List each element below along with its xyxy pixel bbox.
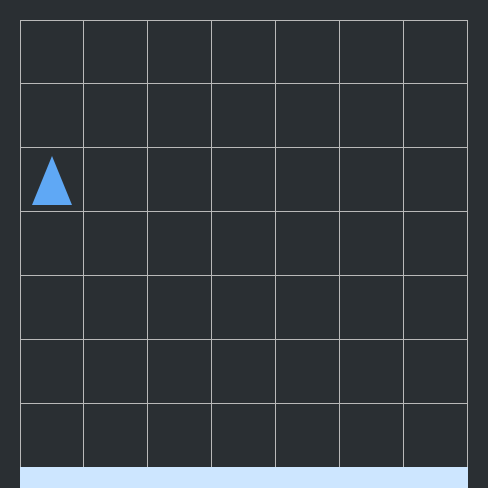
board-cell-r5-c2[interactable] bbox=[148, 340, 212, 404]
board-cell-r6-c2[interactable] bbox=[148, 404, 212, 468]
board-cell-r2-c0[interactable] bbox=[20, 148, 84, 212]
board-cell-r3-c2[interactable] bbox=[148, 212, 212, 276]
board-cell-r1-c1[interactable] bbox=[84, 84, 148, 148]
board-cell-r2-c5[interactable] bbox=[340, 148, 404, 212]
board-cell-r5-c1[interactable] bbox=[84, 340, 148, 404]
board-cell-r3-c6[interactable] bbox=[404, 212, 468, 276]
board-cell-r4-c2[interactable] bbox=[148, 276, 212, 340]
board-cell-r5-c0[interactable] bbox=[20, 340, 84, 404]
board-cell-r1-c3[interactable] bbox=[212, 84, 276, 148]
board-cell-r1-c2[interactable] bbox=[148, 84, 212, 148]
board-cell-r0-c6[interactable] bbox=[404, 20, 468, 84]
board-cell-r0-c1[interactable] bbox=[84, 20, 148, 84]
triangle-piece-icon[interactable] bbox=[31, 156, 73, 206]
board-cell-r0-c3[interactable] bbox=[212, 20, 276, 84]
board-cell-r4-c0[interactable] bbox=[20, 276, 84, 340]
board-cell-r1-c6[interactable] bbox=[404, 84, 468, 148]
board-cell-r4-c6[interactable] bbox=[404, 276, 468, 340]
board-cell-r1-c4[interactable] bbox=[276, 84, 340, 148]
board-cell-r5-c4[interactable] bbox=[276, 340, 340, 404]
board-cell-r2-c3[interactable] bbox=[212, 148, 276, 212]
board-cell-r2-c4[interactable] bbox=[276, 148, 340, 212]
board-cell-r0-c0[interactable] bbox=[20, 20, 84, 84]
bottom-panel bbox=[20, 467, 468, 488]
board-cell-r2-c1[interactable] bbox=[84, 148, 148, 212]
game-board bbox=[20, 20, 468, 468]
board-cell-r4-c4[interactable] bbox=[276, 276, 340, 340]
board-cell-r4-c1[interactable] bbox=[84, 276, 148, 340]
board-cell-r2-c6[interactable] bbox=[404, 148, 468, 212]
board-cell-r3-c0[interactable] bbox=[20, 212, 84, 276]
board-cell-r0-c5[interactable] bbox=[340, 20, 404, 84]
board-cell-r1-c0[interactable] bbox=[20, 84, 84, 148]
board-cell-r0-c2[interactable] bbox=[148, 20, 212, 84]
board-cell-r3-c1[interactable] bbox=[84, 212, 148, 276]
board-cell-r6-c4[interactable] bbox=[276, 404, 340, 468]
board-cell-r2-c2[interactable] bbox=[148, 148, 212, 212]
board-cell-r6-c6[interactable] bbox=[404, 404, 468, 468]
board-cell-r6-c0[interactable] bbox=[20, 404, 84, 468]
board-cell-r5-c3[interactable] bbox=[212, 340, 276, 404]
board-cell-r3-c3[interactable] bbox=[212, 212, 276, 276]
board-cell-r4-c5[interactable] bbox=[340, 276, 404, 340]
board-cell-r6-c1[interactable] bbox=[84, 404, 148, 468]
board-cell-r3-c5[interactable] bbox=[340, 212, 404, 276]
board-cell-r1-c5[interactable] bbox=[340, 84, 404, 148]
board-cell-r6-c5[interactable] bbox=[340, 404, 404, 468]
board-cell-r4-c3[interactable] bbox=[212, 276, 276, 340]
board-cell-r5-c5[interactable] bbox=[340, 340, 404, 404]
game-stage bbox=[0, 0, 488, 488]
board-cell-r3-c4[interactable] bbox=[276, 212, 340, 276]
board-cell-r5-c6[interactable] bbox=[404, 340, 468, 404]
board-cell-r0-c4[interactable] bbox=[276, 20, 340, 84]
board-cell-r6-c3[interactable] bbox=[212, 404, 276, 468]
